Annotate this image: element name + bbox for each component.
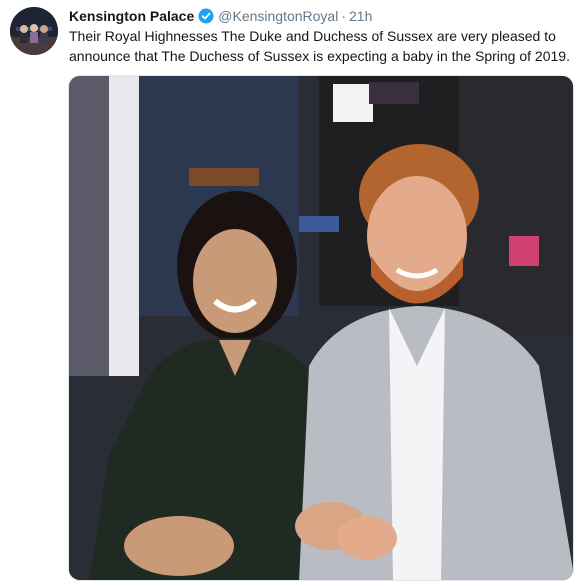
avatar-image [10, 7, 58, 55]
tweet-text-line: announce that The Duchess of Sussex is e… [69, 48, 570, 64]
author-handle[interactable]: @KensingtonRoyal [218, 8, 338, 24]
author-avatar[interactable] [10, 7, 58, 55]
tweet-photo[interactable] [68, 75, 574, 581]
separator-dot: · [341, 8, 346, 24]
author-name[interactable]: Kensington Palace [69, 8, 194, 24]
tweet-text: Their Royal Highnesses The Duke and Duch… [69, 26, 574, 66]
tweet-timestamp[interactable]: 21h [349, 8, 372, 24]
verified-badge-icon [198, 8, 214, 24]
tweet-header: Kensington Palace @KensingtonRoyal · 21h [69, 6, 372, 26]
tweet-text-line: Their Royal Highnesses The Duke and Duch… [69, 28, 556, 44]
tweet-card[interactable]: Kensington Palace @KensingtonRoyal · 21h… [0, 0, 585, 585]
photo-image [69, 76, 573, 580]
